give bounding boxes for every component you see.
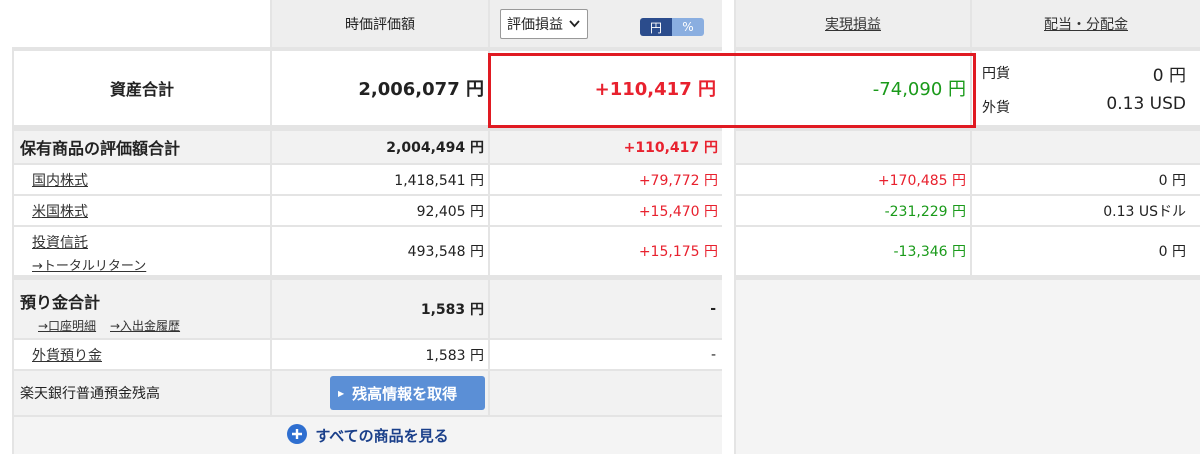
domestic-stocks-label: 国内株式 [14,165,270,194]
highlight-box [488,53,976,128]
domestic-stocks-dividend: 0 円 [972,165,1200,194]
us-stocks-dividend: 0.13 USドル [972,196,1200,225]
us-stocks-label: 米国株式 [14,196,270,225]
total-assets-value: 2,006,077 円 [272,51,488,125]
chevron-down-icon [569,16,580,32]
realized-link[interactable]: 実現損益 [825,14,881,34]
deposits-value: 1,583 円 [272,280,488,338]
investment-trust-unrealized: +15,175 円 [490,227,722,275]
bank-empty-cell [490,371,722,415]
right-empty-area [736,280,1200,454]
holdings-unrealized: +110,417 円 [490,131,722,163]
holdings-label: 保有商品の評価額合計 [14,131,270,163]
us-stocks-link[interactable]: 米国株式 [32,201,88,221]
investment-trust-link[interactable]: 投資信託 [32,232,88,252]
header-unrealized: 評価損益 円 % [490,0,722,47]
us-stocks-realized: -231,229 円 [736,196,970,225]
total-return-link[interactable]: →トータルリターン [32,255,146,274]
toggle-yen-button[interactable]: 円 [640,18,672,36]
domestic-stocks-link[interactable]: 国内株式 [32,170,88,190]
domestic-stocks-realized: +170,485 円 [736,165,970,194]
header-realized: 実現損益 [736,0,970,47]
domestic-stocks-unrealized: +79,772 円 [490,165,722,194]
investment-trust-realized: -13,346 円 [736,227,970,275]
us-stocks-value: 92,405 円 [272,196,488,225]
header-dividend: 配当・分配金 [972,0,1200,47]
investment-trust-value: 493,548 円 [272,227,488,275]
deposit-history-link[interactable]: →入出金履歴 [110,317,180,334]
dividend-fx-value: 0.13 USD [1106,94,1186,114]
dividend-yen-label: 円貨 [982,66,1010,82]
account-statement-link[interactable]: →口座明細 [38,317,96,334]
plus-circle-icon [287,423,308,448]
dividend-fx-label: 外貨 [982,100,1010,116]
holdings-value: 2,004,494 円 [272,131,488,163]
us-stocks-unrealized: +15,470 円 [490,196,722,225]
holdings-realized-empty [736,131,970,163]
deposits-label-cell: 預り金合計 →口座明細 →入出金履歴 [14,280,270,338]
fetch-balance-button[interactable]: ▶ 残高情報を取得 [330,376,485,410]
fx-deposit-label: 外貨預り金 [14,340,270,369]
bank-button-cell: ▶ 残高情報を取得 [272,371,488,415]
domestic-stocks-value: 1,418,541 円 [272,165,488,194]
toggle-percent-button[interactable]: % [672,18,704,36]
deposits-label: 預り金合計 [20,293,101,312]
fx-deposit-unrealized: - [490,340,722,369]
investment-trust-dividend: 0 円 [972,227,1200,275]
bank-balance-label: 楽天銀行普通預金残高 [14,371,270,415]
fx-deposit-value: 1,583 円 [272,340,488,369]
triangle-right-icon: ▶ [338,388,345,398]
header-value: 時価評価額 [272,0,488,47]
holdings-dividend-empty [972,131,1200,163]
total-assets-label: 資産合計 [14,51,270,125]
unit-toggle: 円 % [640,18,704,36]
dividend-link[interactable]: 配当・分配金 [1044,14,1128,34]
investment-trust-label: 投資信託 →トータルリターン [14,227,270,275]
total-assets-dividend: 円貨 0 円 外貨 0.13 USD [972,51,1200,125]
pl-type-select[interactable]: 評価損益 [500,9,588,39]
fx-deposit-link[interactable]: 外貨預り金 [32,345,102,365]
show-all-products-link[interactable]: すべての商品を見る [14,417,722,454]
dividend-yen-value: 0 円 [1152,66,1186,86]
deposits-unrealized: - [490,280,722,338]
header-blank [0,0,270,47]
